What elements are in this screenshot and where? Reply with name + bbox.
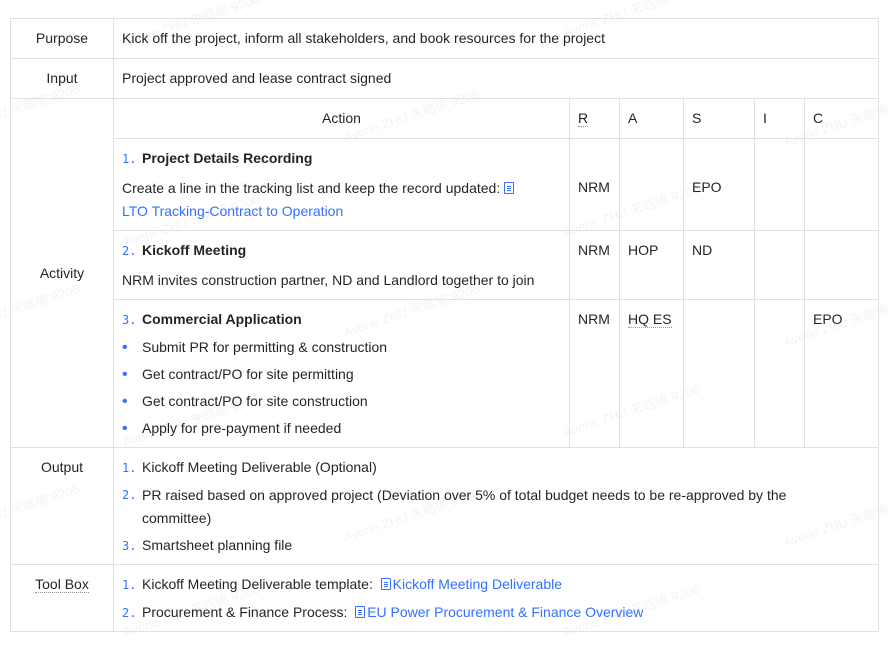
bullet-icon: • xyxy=(122,366,128,383)
kickoff-deliverable-link[interactable]: Kickoff Meeting Deliverable xyxy=(393,576,562,592)
bullet-icon: • xyxy=(122,393,128,410)
toolbox-label: Tool Box xyxy=(10,564,114,632)
column-header-a: A xyxy=(619,98,684,139)
a-cell: HQ ES xyxy=(619,299,684,448)
s-cell xyxy=(683,299,755,448)
activity-row: 3. Commercial Application • Submit PR for … xyxy=(11,299,880,448)
activity-row: 2. Kickoff Meeting NRM invites constructi… xyxy=(11,230,880,300)
list-item: PR raised based on approved project (Dev… xyxy=(142,487,787,526)
column-header-r: R xyxy=(569,98,620,139)
s-cell: ND xyxy=(683,230,755,300)
activity-title: Project Details Recording xyxy=(142,150,313,166)
a-cell xyxy=(619,138,684,231)
r-cell: NRM xyxy=(569,299,620,448)
c-cell xyxy=(803,138,880,231)
list-number: 1. xyxy=(122,578,137,592)
activity-action-cell: 1. Project Details Recording Create a lin… xyxy=(113,138,570,231)
doc-icon xyxy=(380,578,391,590)
column-header-s: S xyxy=(683,98,755,139)
list-item: Kickoff Meeting Deliverable (Optional) xyxy=(142,459,377,475)
output-label: Output xyxy=(10,447,114,565)
list-item: Submit PR for permitting & construction xyxy=(142,339,388,355)
a-cell: HOP xyxy=(619,230,684,300)
s-cell: EPO xyxy=(683,138,755,231)
toolbox-cell: 1. Kickoff Meeting Deliverable template: … xyxy=(112,564,880,632)
c-cell xyxy=(803,230,880,300)
list-item: Kickoff Meeting Deliverable template: xyxy=(142,576,373,592)
bullet-icon: • xyxy=(122,420,128,437)
activity-row: 1. Project Details Recording Create a lin… xyxy=(11,138,880,231)
list-item: Get contract/PO for site construction xyxy=(142,393,368,409)
c-cell: EPO xyxy=(803,299,880,448)
output-cell: 1. Kickoff Meeting Deliverable (Optional)… xyxy=(112,447,880,565)
list-number: 3. xyxy=(122,313,137,327)
procurement-overview-link[interactable]: EU Power Procurement & Finance Overview xyxy=(367,604,643,620)
i-cell xyxy=(754,138,805,231)
list-item: Smartsheet planning file xyxy=(142,537,293,553)
i-cell xyxy=(754,299,805,448)
r-cell: NRM xyxy=(569,230,620,300)
r-cell: NRM xyxy=(569,138,620,231)
activity-label: Activity xyxy=(10,98,114,448)
list-number: 2. xyxy=(122,244,137,258)
activity-description: NRM invites construction partner, ND and… xyxy=(122,272,535,288)
list-number: 2. xyxy=(122,606,137,620)
raci-table: Purpose Kick off the project, inform all… xyxy=(10,18,880,632)
list-number: 1. xyxy=(122,461,137,475)
sheet-icon xyxy=(504,182,515,194)
doc-icon xyxy=(355,606,366,618)
column-header-r-text: R xyxy=(578,110,589,127)
list-number: 3. xyxy=(122,539,137,553)
input-row: Input Project approved and lease contrac… xyxy=(10,58,880,99)
activity-action-cell: 3. Commercial Application • Submit PR for … xyxy=(113,299,570,448)
input-label: Input xyxy=(10,58,114,99)
input-text: Project approved and lease contract sign… xyxy=(112,58,880,99)
activity-description: Create a line in the tracking list and k… xyxy=(122,180,501,196)
purpose-row: Purpose Kick off the project, inform all… xyxy=(10,18,880,59)
toolbox-label-text: Tool Box xyxy=(35,576,89,593)
i-cell xyxy=(754,230,805,300)
column-header-action: Action xyxy=(113,98,570,139)
lto-tracking-link[interactable]: LTO Tracking-Contract to Operation xyxy=(122,203,343,219)
output-row: Output 1. Kickoff Meeting Deliverable (Op… xyxy=(10,447,880,565)
activity-action-cell: 2. Kickoff Meeting NRM invites constructi… xyxy=(113,230,570,300)
list-item: Apply for pre-payment if needed xyxy=(142,420,342,436)
activity-header-row: Activity Action R A S I C xyxy=(10,98,880,448)
purpose-text: Kick off the project, inform all stakeho… xyxy=(112,18,880,59)
activity-title: Kickoff Meeting xyxy=(142,242,247,258)
bullet-icon: • xyxy=(122,339,128,356)
list-item: Procurement & Finance Process: xyxy=(142,604,348,620)
a-cell-text: HQ ES xyxy=(628,311,672,328)
purpose-label: Purpose xyxy=(10,18,114,59)
list-number: 1. xyxy=(122,152,137,166)
column-header-c: C xyxy=(803,98,880,139)
list-item: Get contract/PO for site permitting xyxy=(142,366,354,382)
activity-title: Commercial Application xyxy=(142,311,302,327)
toolbox-row: Tool Box 1. Kickoff Meeting Deliverable t… xyxy=(10,564,880,632)
list-number: 2. xyxy=(122,488,137,502)
column-header-i: I xyxy=(754,98,805,139)
